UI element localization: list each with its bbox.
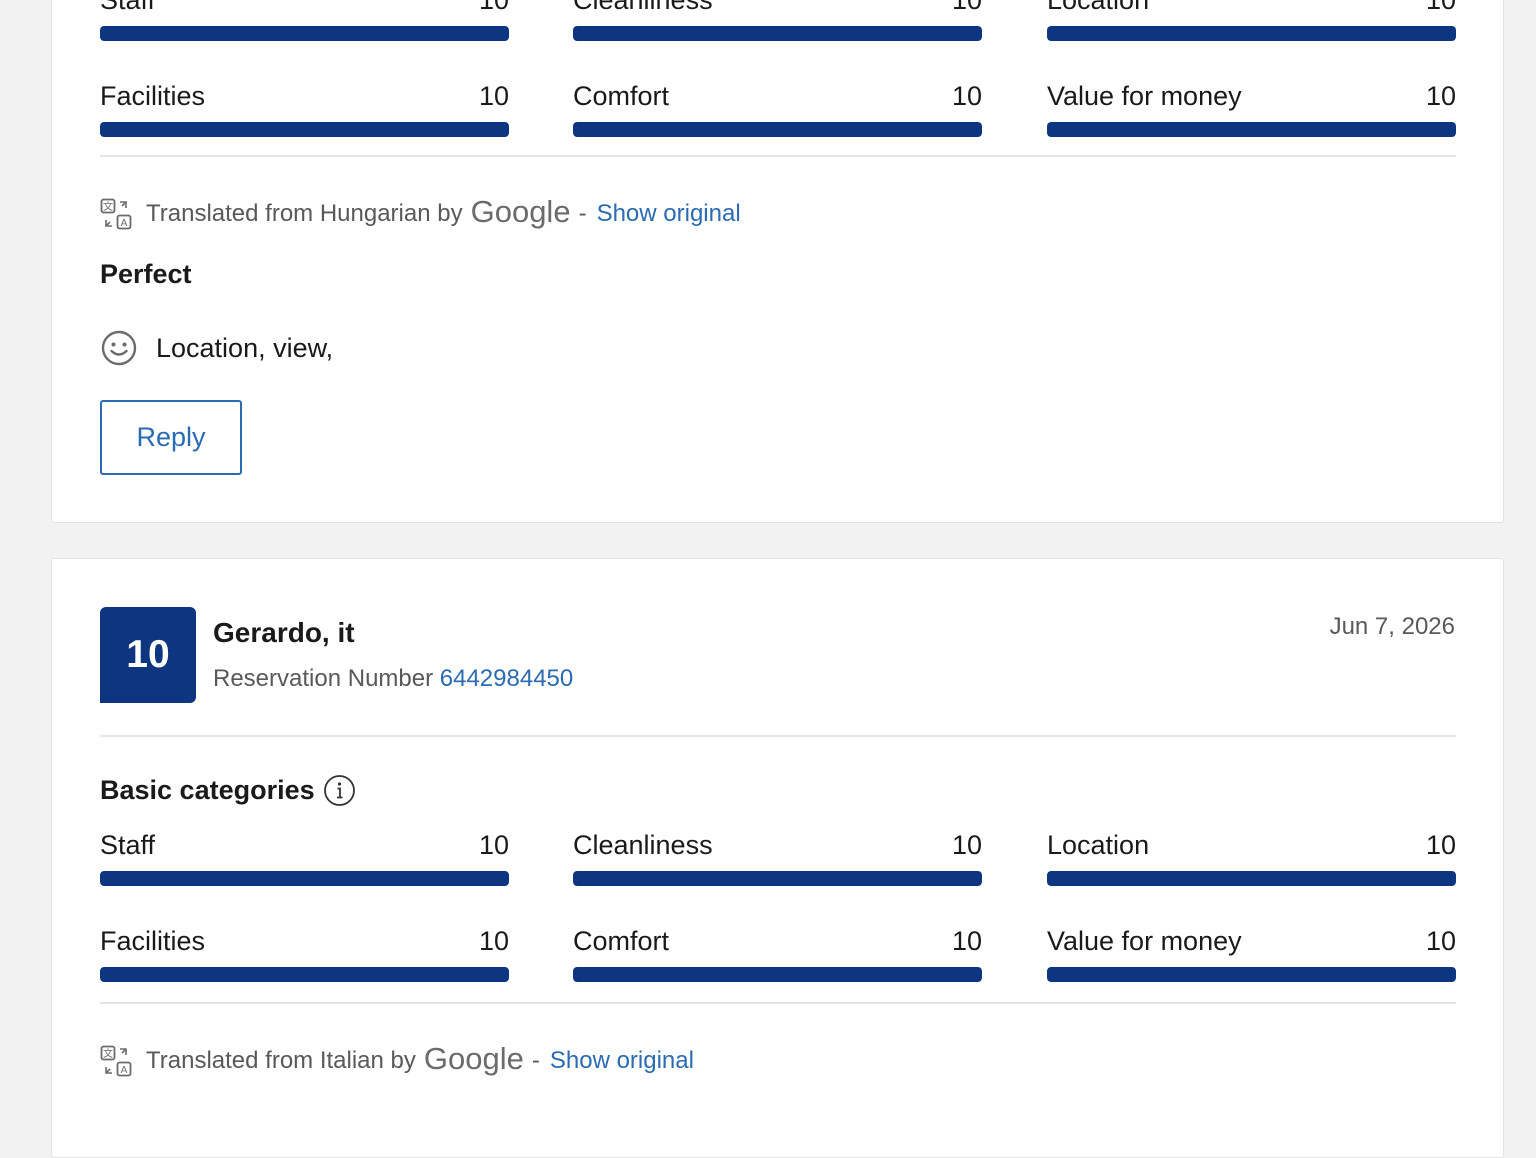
category-score-value-for-money: 10 [1425,926,1456,956]
category-label-cleanliness: Cleanliness [573,0,713,15]
review-card: Staff 10 Cleanliness 10 Location 10 Facilities… [51,0,1504,523]
category-score-comfort: 10 [951,81,982,111]
score-bar-value-for-money [1047,122,1456,137]
reviewer-name: Gerardo, it [213,617,355,648]
category-score-cleanliness: 10 [951,0,982,15]
category-score-location: 10 [1425,0,1456,15]
translation-notice: 文 A Translated from Hungarian by Google … [100,194,741,232]
review-date: Jun 7, 2026 [1329,613,1455,640]
score-bar-location [1047,26,1456,41]
score-bar-fill [1047,871,1456,886]
reservation-number-link[interactable]: 6442984450 [440,665,573,692]
category-score-facilities: 10 [478,926,509,956]
score-bar-fill [1047,967,1456,982]
divider [100,155,1456,157]
category-label-staff: Staff [100,830,156,860]
score-bar-comfort [573,967,982,982]
category-label-value-for-money: Value for money [1047,926,1242,956]
google-logo: Google [423,1041,524,1076]
smiley-icon [101,330,137,366]
score-bar-fill [573,967,982,982]
category-label-location: Location [1047,0,1150,15]
category-label-location: Location [1047,830,1150,860]
score-bar-cleanliness [573,26,982,41]
reply-button[interactable]: Reply [100,400,242,475]
translation-text: Translated from Hungarian by [146,200,463,227]
svg-text:A: A [121,218,128,229]
score-bar-fill [573,26,982,41]
separator: - [531,1047,540,1074]
basic-categories-title: Basic categories [100,775,315,805]
score-bar-fill [100,871,509,886]
svg-text:A: A [121,1065,128,1076]
positive-comment: Location, view, [100,329,333,367]
translate-icon: 文 A [100,1045,132,1077]
show-original-link[interactable]: Show original [550,1047,694,1075]
category-score-staff: 10 [478,0,509,15]
show-original-link[interactable]: Show original [597,200,741,228]
score-badge: 10 [100,607,196,703]
divider [100,735,1456,737]
score-bar-fill [573,122,982,137]
score-bar-fill [100,122,509,137]
category-score-comfort: 10 [951,926,982,956]
category-label-comfort: Comfort [573,81,670,111]
category-label-cleanliness: Cleanliness [573,830,713,860]
score-bar-cleanliness [573,871,982,886]
review-card: 10 Gerardo, it Reservation Number 644298… [51,558,1504,1158]
review-title: Perfect [100,259,192,289]
google-logo: Google [470,194,571,229]
category-score-location: 10 [1425,830,1456,860]
svg-text:文: 文 [103,1047,113,1060]
score-bar-location [1047,871,1456,886]
positive-text: Location, view, [156,332,334,363]
category-score-cleanliness: 10 [951,830,982,860]
score-bar-facilities [100,122,509,137]
category-score-staff: 10 [478,830,509,860]
category-label-facilities: Facilities [100,81,206,111]
score-bar-staff [100,871,509,886]
score-bar-fill [1047,122,1456,137]
score-bar-comfort [573,122,982,137]
score-bar-value-for-money [1047,967,1456,982]
score-bar-fill [100,967,509,982]
translate-icon: 文 A [100,198,132,230]
separator: - [578,200,587,227]
category-score-value-for-money: 10 [1425,81,1456,111]
category-label-value-for-money: Value for money [1047,81,1242,111]
translation-notice: 文 A Translated from Italian by Google - … [100,1041,694,1079]
score-bar-fill [100,26,509,41]
category-label-comfort: Comfort [573,926,670,956]
reservation-info: Reservation Number 6442984450 [213,665,573,693]
info-icon[interactable] [323,774,356,807]
score-bar-fill [1047,26,1456,41]
score-bar-fill [573,871,982,886]
category-score-facilities: 10 [478,81,509,111]
svg-text:文: 文 [103,200,113,213]
category-label-staff: Staff [100,0,156,15]
divider [100,1002,1456,1004]
translation-text: Translated from Italian by [146,1047,416,1074]
reservation-label: Reservation Number [213,665,434,692]
score-bar-staff [100,26,509,41]
score-bar-facilities [100,967,509,982]
category-label-facilities: Facilities [100,926,206,956]
section-heading: Basic categories [100,774,356,807]
